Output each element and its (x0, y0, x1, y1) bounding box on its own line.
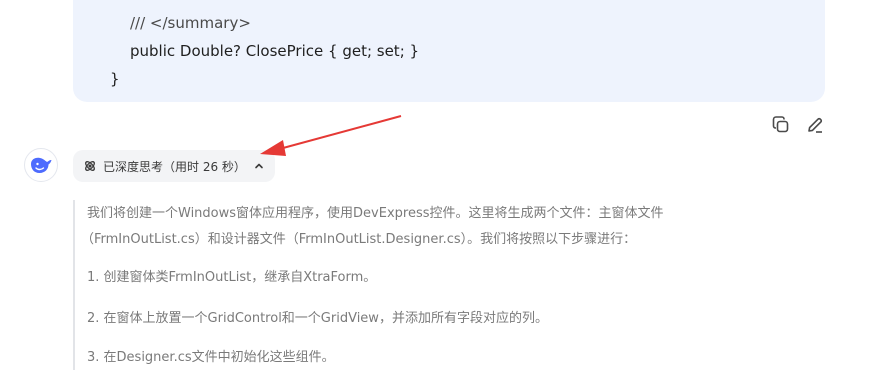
thinking-content: 我们将创建一个Windows窗体应用程序，使用DevExpress控件。这里将生… (73, 200, 847, 370)
code-line-close-brace: } (110, 70, 120, 88)
atom-icon (83, 159, 97, 173)
chevron-up-icon (254, 161, 264, 171)
thinking-step-2: 2. 在窗体上放置一个GridControl和一个GridView，并添加所有字… (87, 311, 548, 326)
copy-button[interactable] (770, 114, 792, 136)
thinking-paragraph-1: 我们将创建一个Windows窗体应用程序，使用DevExpress控件。这里将生… (87, 206, 664, 221)
thinking-step-3: 3. 在Designer.cs文件中初始化这些组件。 (87, 350, 335, 365)
edit-button[interactable] (804, 114, 826, 136)
code-block: /// </summary> public Double? ClosePrice… (73, 0, 825, 102)
thinking-label: 已深度思考（用时 26 秒） (103, 159, 246, 174)
thinking-step-1: 1. 创建窗体类FrmInOutList，继承自XtraForm。 (87, 270, 377, 285)
thinking-paragraph-1-cont: （FrmInOutList.cs）和设计器文件（FrmInOutList.Des… (81, 232, 637, 247)
code-line-property: public Double? ClosePrice { get; set; } (130, 42, 420, 60)
thinking-toggle[interactable]: 已深度思考（用时 26 秒） (73, 150, 275, 182)
edit-icon (808, 117, 823, 133)
code-line-comment: /// </summary> (130, 14, 251, 32)
assistant-avatar (24, 148, 58, 182)
whale-logo-icon (31, 157, 52, 173)
copy-icon (772, 116, 789, 133)
